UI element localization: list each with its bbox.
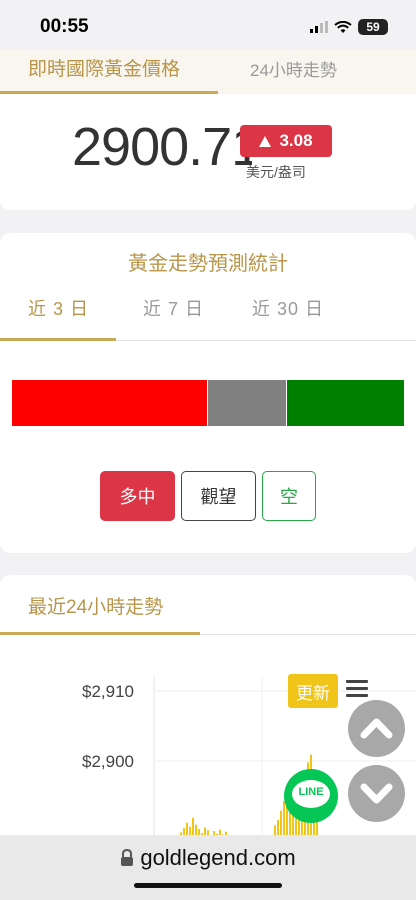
long-button[interactable]: 多中 — [100, 471, 175, 521]
gold-price-value: 2900.71 — [72, 117, 252, 177]
trend-title: 最近24小時走勢 — [28, 597, 164, 618]
watch-button[interactable]: 觀望 — [181, 471, 256, 521]
signal-icon — [310, 21, 328, 33]
price-unit: 美元/盎司 — [246, 164, 306, 180]
url-wrap: goldlegend.com — [0, 845, 416, 871]
trend-header: 最近24小時走勢 — [0, 575, 416, 635]
scroll-to-top-button[interactable] — [348, 700, 405, 757]
watch-segment — [208, 380, 286, 426]
status-time: 00:55 — [40, 16, 89, 37]
lock-icon — [121, 849, 134, 866]
tab-realtime-price[interactable]: 即時國際黃金價格 — [0, 50, 218, 94]
status-bar: 00:55 59 — [0, 0, 416, 50]
forecast-card: 黃金走勢預測統計 近 3 日 近 7 日 近 30 日 多中 觀望 空 — [0, 233, 416, 553]
price-tabs: 即時國際黃金價格 24小時走勢 — [0, 50, 416, 94]
refresh-button[interactable]: 更新 — [288, 674, 338, 708]
chart-y-tick-label: $2,910 — [82, 682, 134, 701]
url-text: goldlegend.com — [140, 845, 296, 870]
scroll-to-bottom-button[interactable] — [348, 765, 405, 822]
tab-7-days[interactable]: 近 7 日 — [143, 295, 204, 321]
active-tab-underline — [0, 338, 116, 341]
tab-3-days[interactable]: 近 3 日 — [28, 295, 89, 321]
arrow-up-icon — [259, 135, 272, 147]
battery-icon: 59 — [358, 19, 388, 35]
chevron-down-icon — [360, 783, 393, 804]
short-segment — [287, 380, 404, 426]
long-segment — [12, 380, 207, 426]
price-change-badge: 3.08 — [240, 125, 332, 157]
tab-realtime-label: 即時國際黃金價格 — [28, 59, 181, 80]
line-label: LINE — [298, 786, 324, 798]
short-button[interactable]: 空 — [262, 471, 316, 521]
tab-30-days[interactable]: 近 30 日 — [252, 295, 324, 321]
tab-24h-trend[interactable]: 24小時走勢 — [250, 56, 337, 81]
line-share-button[interactable]: LINE — [284, 769, 338, 823]
browser-address-bar[interactable]: goldlegend.com — [0, 835, 416, 900]
price-change-value: 3.08 — [279, 131, 313, 150]
forecast-title: 黃金走勢預測統計 — [128, 253, 288, 275]
price-card: 2900.71 3.08 美元/盎司 — [0, 94, 416, 210]
chart-y-tick-label: $2,900 — [82, 752, 134, 771]
forecast-distribution-bar — [12, 380, 404, 426]
wifi-icon — [334, 20, 352, 33]
period-tabs: 近 3 日 近 7 日 近 30 日 — [0, 285, 416, 341]
hamburger-menu-icon[interactable] — [346, 680, 368, 700]
home-indicator — [134, 883, 282, 888]
status-icons: 59 — [310, 19, 388, 35]
chevron-up-icon — [360, 718, 393, 739]
